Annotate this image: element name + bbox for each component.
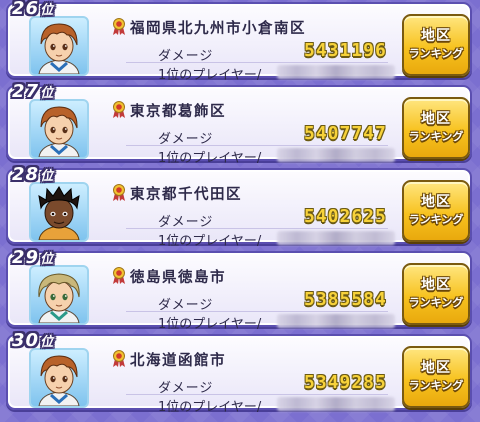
player-avatar xyxy=(29,99,89,159)
region-ranking-list: 福岡県北九州市小倉南区 ダメージ 5431196 1位のプレイヤー/ 地区 ラン… xyxy=(0,0,480,415)
region-ranking-button[interactable]: 地区 ランキング xyxy=(402,263,470,325)
divider xyxy=(126,394,388,395)
rank-value: 28 xyxy=(12,164,40,185)
damage-value: 5349285 xyxy=(304,372,387,393)
rank-number: 29位 xyxy=(12,247,54,268)
area-name: 徳島県徳島市 xyxy=(130,270,226,286)
rank-suffix: 位 xyxy=(40,3,55,18)
divider xyxy=(126,311,388,312)
damage-value: 5402625 xyxy=(304,206,387,227)
brown-haired-boy-icon xyxy=(38,23,80,74)
top-player-name-blurred xyxy=(277,397,395,411)
region-ranking-button-line2: ランキング xyxy=(408,130,464,143)
region-ranking-button-line2: ランキング xyxy=(408,296,464,309)
divider xyxy=(126,228,388,229)
ranking-row: 東京都葛飾区 ダメージ 5407747 1位のプレイヤー/ 地区 ランキング 2… xyxy=(0,81,480,166)
medal-icon xyxy=(112,350,126,368)
region-ranking-button-line1: 地区 xyxy=(421,360,451,376)
rank-suffix: 位 xyxy=(40,86,55,101)
dark-skinned-boy-icon xyxy=(38,186,80,240)
rank-number: 30位 xyxy=(12,330,54,351)
region-ranking-button-line1: 地区 xyxy=(421,277,451,293)
divider xyxy=(126,145,388,146)
medal-icon xyxy=(112,184,126,202)
region-ranking-button-line2: ランキング xyxy=(408,47,464,60)
rank-value: 26 xyxy=(12,0,40,19)
brown-haired-boy-icon xyxy=(38,355,80,406)
rank-number: 26位 xyxy=(12,0,54,19)
damage-value: 5385584 xyxy=(304,289,387,310)
rank-value: 27 xyxy=(12,81,40,102)
medal-icon xyxy=(112,18,126,36)
region-ranking-button-line1: 地区 xyxy=(421,28,451,44)
region-ranking-button[interactable]: 地区 ランキング xyxy=(402,180,470,242)
top-player-name-blurred xyxy=(277,65,395,79)
region-ranking-button[interactable]: 地区 ランキング xyxy=(402,97,470,159)
top-player-name-blurred xyxy=(277,148,395,162)
rank-suffix: 位 xyxy=(40,169,55,184)
top-player-name-blurred xyxy=(277,231,395,245)
rank-value: 29 xyxy=(12,247,40,268)
medal-icon xyxy=(112,267,126,285)
area-name: 東京都葛飾区 xyxy=(130,104,226,120)
ranking-row: 北海道函館市 ダメージ 5349285 1位のプレイヤー/ 地区 ランキング 3… xyxy=(0,330,480,415)
rank-number: 27位 xyxy=(12,81,54,102)
player-avatar xyxy=(29,265,89,325)
area-name: 北海道函館市 xyxy=(130,353,226,369)
ranking-row: 徳島県徳島市 ダメージ 5385584 1位のプレイヤー/ 地区 ランキング 2… xyxy=(0,247,480,332)
medal-icon xyxy=(112,101,126,119)
brown-haired-boy-icon xyxy=(38,106,80,157)
top-player-name-blurred xyxy=(277,314,395,328)
player-avatar xyxy=(29,182,89,242)
rank-suffix: 位 xyxy=(40,335,55,350)
ranking-row: 東京都千代田区 ダメージ 5402625 1位のプレイヤー/ 地区 ランキング … xyxy=(0,164,480,249)
divider xyxy=(126,62,388,63)
top-player-label: 1位のプレイヤー/ xyxy=(158,400,262,415)
blond-haired-boy-icon xyxy=(38,273,80,323)
rank-value: 30 xyxy=(12,330,40,351)
region-ranking-button-line2: ランキング xyxy=(408,379,464,392)
region-ranking-button-line2: ランキング xyxy=(408,213,464,226)
region-ranking-button-line1: 地区 xyxy=(421,194,451,210)
rank-number: 28位 xyxy=(12,164,54,185)
ranking-row: 福岡県北九州市小倉南区 ダメージ 5431196 1位のプレイヤー/ 地区 ラン… xyxy=(0,0,480,83)
damage-value: 5431196 xyxy=(304,40,387,61)
region-ranking-button-line1: 地区 xyxy=(421,111,451,127)
area-name: 東京都千代田区 xyxy=(130,187,242,203)
region-ranking-button[interactable]: 地区 ランキング xyxy=(402,346,470,408)
player-avatar xyxy=(29,16,89,76)
region-ranking-button[interactable]: 地区 ランキング xyxy=(402,14,470,76)
damage-value: 5407747 xyxy=(304,123,387,144)
player-avatar xyxy=(29,348,89,408)
rank-suffix: 位 xyxy=(40,252,55,267)
area-name: 福岡県北九州市小倉南区 xyxy=(130,21,306,37)
